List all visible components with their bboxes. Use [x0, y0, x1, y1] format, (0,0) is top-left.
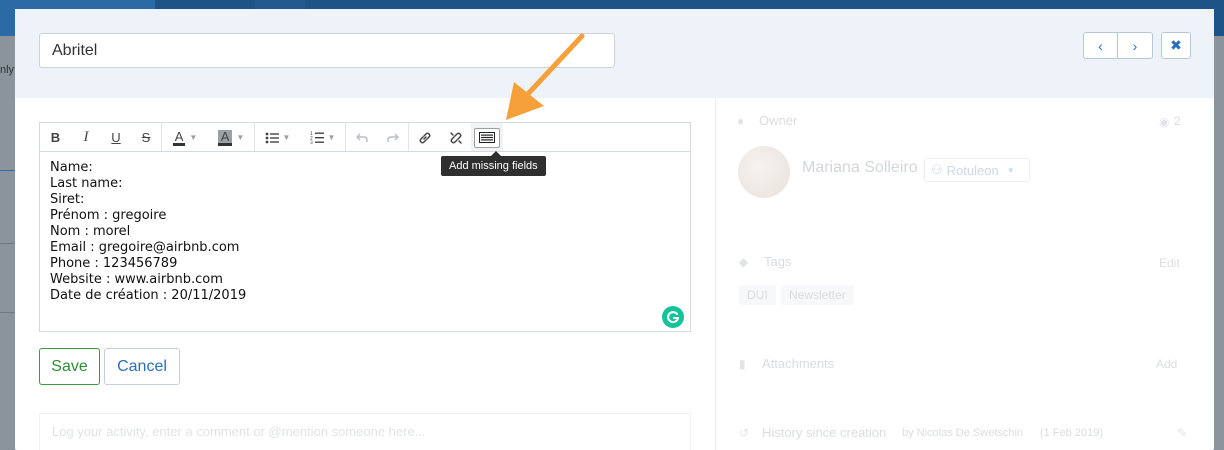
cancel-button[interactable]: Cancel [104, 348, 180, 385]
highlight-color-icon: A [217, 129, 233, 146]
caret-down-icon: ▼ [327, 133, 336, 142]
edit-modal: ‹ › ✖ B I U S A▼ A▼ ▼ 123▼ [15, 9, 1214, 450]
underline-button[interactable]: U [101, 123, 131, 153]
user-icon: ● [737, 114, 745, 128]
bullet-list-button[interactable]: ▼ [255, 123, 300, 153]
redo-button[interactable] [377, 123, 408, 153]
team-dropdown[interactable]: ⚇ Rotuleon ▼ [924, 158, 1030, 182]
team-name: Rotuleon [946, 162, 999, 178]
undo-icon [355, 132, 368, 142]
redo-icon [386, 132, 399, 142]
link-icon [419, 132, 430, 143]
editor-content[interactable]: Name: Last name: Siret: Prénom : gregoir… [39, 151, 691, 332]
highlight-color-button[interactable]: A ▼ [208, 123, 254, 153]
grammarly-icon [667, 311, 680, 324]
followers-count: 2 [1174, 114, 1181, 128]
tags-label: Tags [764, 254, 792, 269]
attachments-label: Attachments [762, 356, 835, 371]
font-color-icon: A [172, 128, 186, 146]
background-right-panel [1214, 36, 1224, 450]
background-divider [0, 312, 16, 313]
unlink-icon [449, 131, 462, 144]
tag-pill[interactable]: Newsletter [781, 285, 854, 305]
caret-down-icon: ▼ [236, 133, 245, 142]
tags-edit-link[interactable]: Edit [1159, 256, 1180, 270]
bold-icon: B [50, 130, 61, 145]
insert-link-button[interactable] [409, 123, 440, 153]
background-left-text: nly [0, 64, 15, 76]
save-button[interactable]: Save [39, 348, 100, 385]
annotation-arrow-icon [506, 33, 585, 120]
attachments-add-link[interactable]: Add [1156, 357, 1177, 371]
editor-line: Siret: [50, 192, 85, 207]
editor-line: Website : www.airbnb.com [50, 272, 223, 287]
background-divider [0, 170, 16, 171]
owner-label: Owner [759, 113, 798, 128]
svg-text:3: 3 [310, 140, 313, 144]
background-divider [0, 243, 16, 244]
caret-down-icon: ▼ [282, 133, 291, 142]
editor-line: Date de création : 20/11/2019 [50, 288, 247, 303]
caret-down-icon: ▼ [1006, 165, 1015, 175]
caret-down-icon: ▼ [189, 133, 198, 142]
grammarly-button[interactable] [662, 306, 684, 328]
file-icon: ▮ [739, 357, 746, 371]
strikethrough-icon: S [141, 130, 151, 145]
activity-input[interactable]: Log your activity, enter a comment or @m… [39, 413, 691, 450]
editor-line: Nom : morel [50, 224, 131, 239]
add-missing-fields-tooltip: Add missing fields [441, 151, 546, 176]
numbered-list-icon: 123 [310, 131, 324, 144]
edit-icon[interactable]: ✎ [1177, 426, 1187, 440]
editor-line: Last name: [50, 176, 123, 191]
editor-line: Prénom : gregoire [50, 208, 167, 223]
owner-name[interactable]: Mariana Solleiro [802, 159, 918, 177]
panel-divider [715, 98, 716, 450]
editor-line: Name: [50, 160, 93, 175]
previous-button[interactable]: ‹ [1083, 32, 1118, 59]
bold-button[interactable]: B [40, 123, 71, 153]
owner-avatar[interactable] [738, 146, 790, 198]
team-icon: ⚇ [931, 162, 943, 177]
strikethrough-button[interactable]: S [131, 123, 161, 153]
italic-button[interactable]: I [71, 123, 101, 153]
history-date: (1 Feb 2019) [1040, 427, 1103, 439]
chevron-right-icon: › [1132, 37, 1138, 54]
italic-icon: I [83, 129, 89, 145]
editor-toolbar: B I U S A ▼ A ▼ ▼ 1 2 3 ▼ [39, 122, 691, 153]
font-color-button[interactable]: A ▼ [162, 123, 208, 153]
history-icon: ↺ [739, 426, 750, 440]
history-author: by Nicolas De Swetschin [902, 427, 1024, 439]
modal-header: ‹ › ✖ [15, 9, 1214, 98]
chevron-left-icon: ‹ [1098, 37, 1103, 54]
editor-line: Phone : 123456789 [50, 256, 178, 271]
remove-link-button[interactable] [440, 123, 471, 153]
eye-icon: ◉ [1159, 115, 1170, 129]
next-button[interactable]: › [1118, 32, 1153, 59]
bullet-list-icon [265, 132, 279, 143]
underline-icon: U [111, 130, 121, 145]
undo-button[interactable] [346, 123, 377, 153]
close-button[interactable]: ✖ [1161, 32, 1191, 59]
form-fields-icon [479, 132, 495, 143]
numbered-list-button[interactable]: 1 2 3 ▼ [300, 123, 345, 153]
close-icon: ✖ [1170, 37, 1182, 53]
tag-pill[interactable]: DUI [739, 285, 776, 305]
editor-line: Email : gregoire@airbnb.com [50, 240, 240, 255]
tag-icon: ◆ [739, 255, 749, 269]
add-fields-frame [474, 127, 500, 148]
history-label: History since creation [762, 425, 887, 440]
